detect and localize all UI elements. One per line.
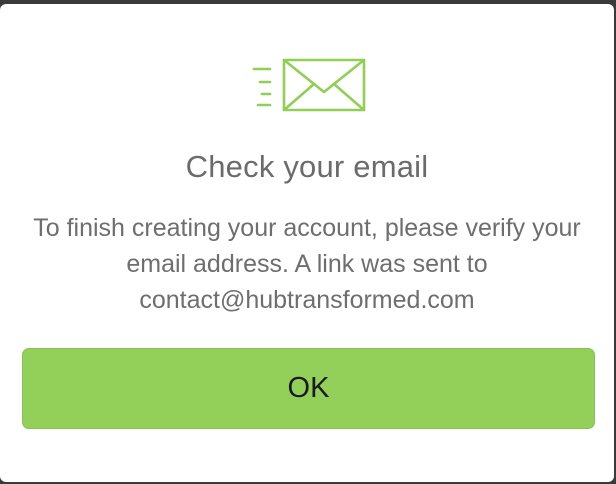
dialog-title: Check your email bbox=[185, 149, 429, 184]
envelope-sent-icon bbox=[250, 56, 368, 114]
ok-button[interactable]: OK bbox=[22, 348, 595, 429]
verify-email-dialog: Check your email To finish creating your… bbox=[0, 4, 614, 482]
dialog-message: To finish creating your account, please … bbox=[33, 214, 581, 314]
